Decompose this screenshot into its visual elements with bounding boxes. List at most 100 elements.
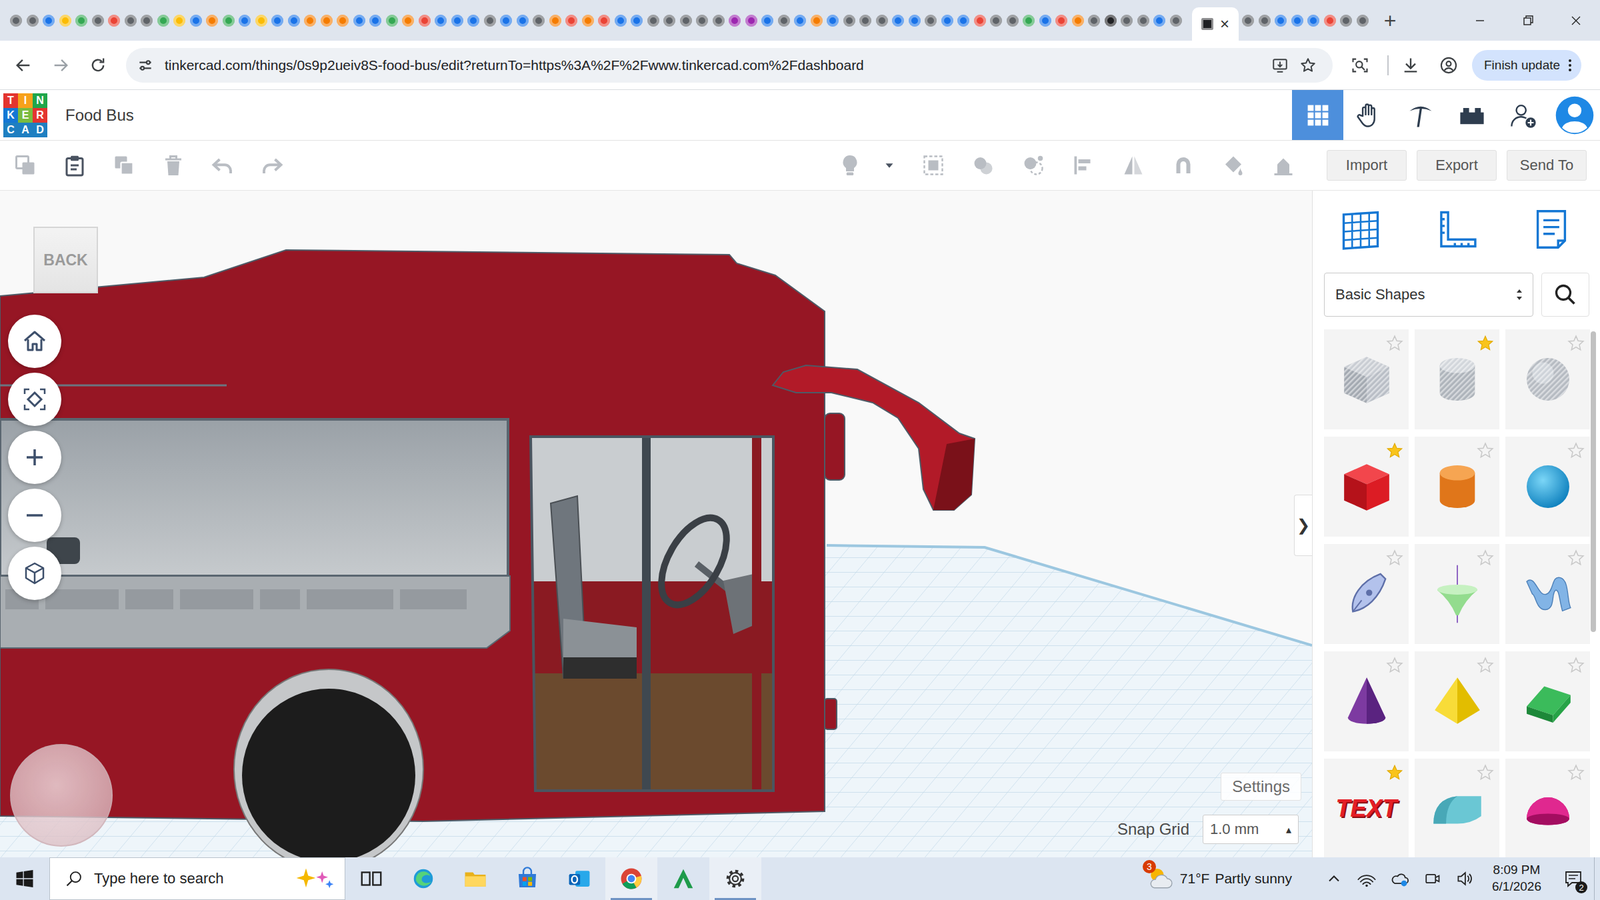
browser-tab[interactable]: × bbox=[1192, 7, 1239, 41]
browser-tab[interactable] bbox=[482, 7, 499, 34]
browser-tab[interactable] bbox=[334, 7, 352, 34]
toolbar-button[interactable] bbox=[958, 142, 1008, 189]
browser-tab[interactable] bbox=[90, 7, 107, 34]
browser-tab[interactable] bbox=[678, 7, 695, 34]
show-hidden-icons[interactable] bbox=[1317, 857, 1350, 900]
browser-tab[interactable] bbox=[138, 7, 156, 34]
star-icon[interactable] bbox=[1386, 656, 1404, 674]
browser-tab[interactable] bbox=[612, 7, 630, 34]
tray-button[interactable] bbox=[1382, 857, 1416, 900]
install-app-icon[interactable] bbox=[1271, 56, 1289, 74]
browser-tab[interactable] bbox=[1037, 7, 1054, 34]
browser-tab[interactable] bbox=[645, 7, 662, 34]
browser-tab[interactable] bbox=[384, 7, 401, 34]
tray-button[interactable] bbox=[1350, 857, 1383, 900]
browser-tab[interactable] bbox=[1118, 7, 1136, 34]
shape-tile[interactable] bbox=[1505, 758, 1590, 858]
url-field[interactable]: tinkercad.com/things/0s9p2ueiv8S-food-bu… bbox=[126, 48, 1333, 83]
star-icon[interactable] bbox=[1386, 764, 1404, 782]
collapse-panel-tab[interactable]: ❯ bbox=[1294, 494, 1312, 556]
back-button[interactable] bbox=[4, 46, 42, 84]
star-icon[interactable] bbox=[1476, 442, 1494, 460]
panel-tab-button[interactable] bbox=[1503, 190, 1599, 268]
toolbar-button[interactable] bbox=[0, 142, 50, 189]
forward-button[interactable] bbox=[42, 46, 80, 84]
tray-button[interactable] bbox=[1415, 857, 1448, 900]
profile-button[interactable] bbox=[1432, 49, 1465, 82]
taskbar-app[interactable] bbox=[345, 857, 398, 900]
toolbar-button[interactable] bbox=[148, 142, 198, 189]
reload-button[interactable] bbox=[79, 46, 117, 84]
browser-tab[interactable] bbox=[1053, 7, 1070, 34]
view-cube[interactable]: BACK bbox=[33, 226, 98, 294]
view-control-button[interactable] bbox=[8, 314, 62, 368]
browser-tab[interactable] bbox=[841, 7, 858, 34]
taskbar-app[interactable] bbox=[709, 857, 762, 900]
header-nav-button[interactable] bbox=[1446, 90, 1498, 140]
browser-tab[interactable] bbox=[122, 7, 140, 34]
header-nav-button[interactable] bbox=[1394, 90, 1446, 140]
browser-tab[interactable] bbox=[1135, 7, 1152, 34]
toolbar-button[interactable] bbox=[870, 142, 908, 189]
shape-tile[interactable] bbox=[1414, 544, 1500, 644]
toolbar-button[interactable] bbox=[1208, 142, 1258, 189]
star-icon[interactable] bbox=[1567, 334, 1585, 352]
browser-tab[interactable] bbox=[939, 7, 956, 34]
browser-tab[interactable] bbox=[171, 7, 188, 34]
browser-tab[interactable] bbox=[1354, 7, 1372, 34]
browser-tab[interactable] bbox=[1322, 7, 1339, 34]
star-icon[interactable] bbox=[1567, 764, 1585, 782]
browser-tab[interactable] bbox=[236, 7, 254, 34]
browser-tab[interactable] bbox=[8, 7, 25, 34]
toolbar-button[interactable] bbox=[247, 142, 297, 189]
browser-tab[interactable] bbox=[661, 7, 678, 34]
toolbar-button[interactable] bbox=[1108, 142, 1158, 189]
new-tab-button[interactable]: + bbox=[1380, 10, 1400, 32]
panel-tab-button[interactable] bbox=[1408, 190, 1504, 268]
browser-tab[interactable] bbox=[906, 7, 924, 34]
clock[interactable]: 8:09 PM6/1/2026 bbox=[1480, 862, 1553, 895]
toolbar-button[interactable] bbox=[1008, 142, 1058, 189]
shape-tile[interactable] bbox=[1505, 329, 1590, 430]
star-icon[interactable] bbox=[1476, 334, 1494, 352]
close-window-button[interactable] bbox=[1552, 0, 1600, 41]
browser-tab[interactable] bbox=[1151, 7, 1168, 34]
browser-tab[interactable] bbox=[890, 7, 907, 34]
shape-tile[interactable] bbox=[1414, 436, 1500, 537]
3d-scene[interactable] bbox=[0, 190, 1312, 858]
browser-tab[interactable] bbox=[1338, 7, 1355, 34]
toolbar-button[interactable] bbox=[99, 142, 149, 189]
browser-tab[interactable] bbox=[972, 7, 989, 34]
header-nav-button[interactable] bbox=[1343, 90, 1395, 140]
view-control-button[interactable] bbox=[8, 488, 62, 542]
lens-button[interactable] bbox=[1344, 49, 1376, 82]
shape-tile[interactable] bbox=[1505, 544, 1590, 644]
taskbar-app[interactable] bbox=[553, 857, 606, 900]
browser-tab[interactable] bbox=[449, 7, 466, 34]
taskbar-app[interactable] bbox=[449, 857, 502, 900]
shape-tile[interactable]: TEXT bbox=[1324, 758, 1409, 858]
browser-tab[interactable] bbox=[318, 7, 336, 34]
browser-tab[interactable] bbox=[874, 7, 891, 34]
joystick[interactable] bbox=[10, 744, 113, 847]
settings-button[interactable]: Settings bbox=[1220, 772, 1302, 801]
browser-tab[interactable] bbox=[24, 7, 42, 34]
browser-tab[interactable] bbox=[530, 7, 548, 34]
finish-update-button[interactable]: Finish update bbox=[1472, 50, 1582, 81]
browser-tab[interactable] bbox=[1289, 7, 1306, 34]
browser-tab[interactable] bbox=[73, 7, 90, 34]
star-icon[interactable] bbox=[1476, 656, 1494, 674]
browser-tab[interactable] bbox=[776, 7, 793, 34]
star-icon[interactable] bbox=[1567, 656, 1585, 674]
browser-tab[interactable] bbox=[220, 7, 238, 34]
browser-tab[interactable] bbox=[547, 7, 564, 34]
scrollbar-thumb[interactable] bbox=[1590, 331, 1596, 632]
browser-tab[interactable] bbox=[498, 7, 515, 34]
shape-tile[interactable] bbox=[1414, 758, 1500, 858]
view-control-button[interactable] bbox=[8, 546, 62, 600]
browser-tab[interactable] bbox=[40, 7, 58, 34]
star-icon[interactable] bbox=[1567, 442, 1585, 460]
tab-close-button[interactable]: × bbox=[1220, 16, 1230, 32]
browser-tab[interactable] bbox=[857, 7, 874, 34]
taskbar-app[interactable] bbox=[397, 857, 450, 900]
